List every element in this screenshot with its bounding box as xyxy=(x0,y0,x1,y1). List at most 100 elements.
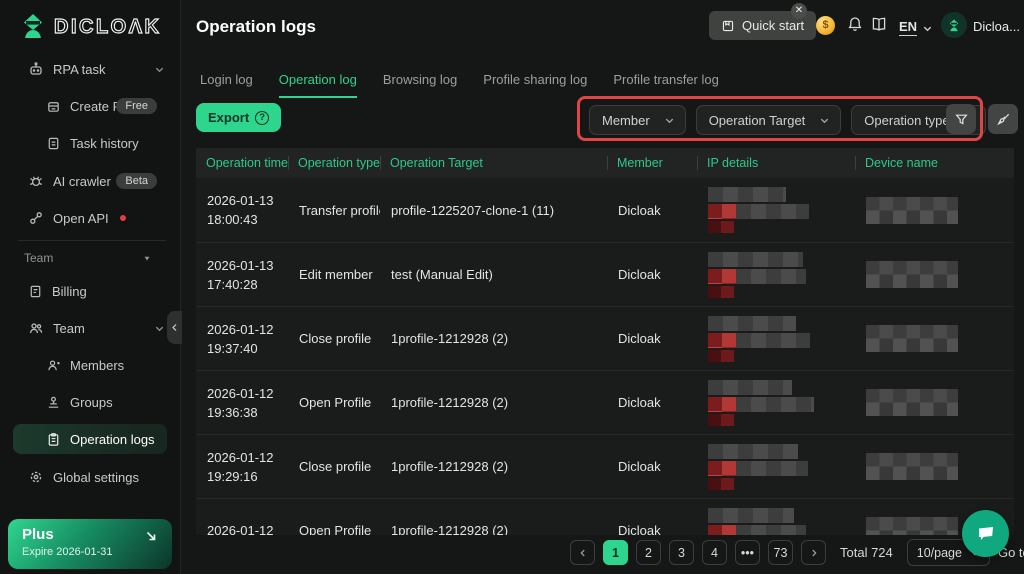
column-header-operation-type: Operation type xyxy=(288,156,380,170)
sidebar-item-open-api[interactable]: Open API xyxy=(0,205,181,231)
page-buttons: 1 2 3 4 ••• 73 xyxy=(603,540,793,565)
sidebar-item-groups[interactable]: Groups xyxy=(0,389,181,415)
filter-dropdown-member[interactable]: Member xyxy=(589,105,686,135)
cell-ip-details-redacted xyxy=(697,187,855,233)
sidebar-item-ai-crawler[interactable]: AI crawler Beta xyxy=(0,168,181,194)
sidebar-item-operation-logs[interactable]: Operation logs xyxy=(13,424,167,454)
export-button[interactable]: Export ? xyxy=(196,103,282,132)
language-selector[interactable]: EN xyxy=(899,19,918,36)
total-count: Total 724 xyxy=(840,545,893,560)
sidebar-item-global-settings[interactable]: Global settings xyxy=(0,464,181,490)
notification-dot xyxy=(119,215,126,221)
cell-device-name-redacted xyxy=(855,453,1014,480)
page-ellipsis[interactable]: ••• xyxy=(735,540,760,565)
cell-member: Dicloak xyxy=(618,267,661,282)
next-page-button[interactable] xyxy=(801,540,826,565)
table-row[interactable]: 2026-01-12 19:37:40 Close profile 1profile-… xyxy=(196,306,1014,370)
operation-log-table: Operation time Operation type Operation Ta… xyxy=(196,148,1014,535)
cell-member: Dicloak xyxy=(618,459,661,474)
team-icon xyxy=(29,323,43,334)
coin-icon[interactable]: $ xyxy=(816,16,835,35)
beta-badge: Beta xyxy=(116,173,157,189)
page-button-4[interactable]: 4 xyxy=(702,540,727,565)
docs-book-icon[interactable] xyxy=(870,15,888,36)
tab-login-log[interactable]: Login log xyxy=(200,72,253,98)
table-row[interactable]: 2026-01-13 17:40:28 Edit member test (Manua… xyxy=(196,242,1014,306)
tab-profile-transfer-log[interactable]: Profile transfer log xyxy=(613,72,719,98)
bell-icon[interactable] xyxy=(846,15,864,36)
plan-name: Plus xyxy=(22,526,54,543)
brand-logo[interactable]: DICLOΛK xyxy=(20,13,162,42)
cell-operation-type: Open Profile xyxy=(299,395,372,410)
page-button-2[interactable]: 2 xyxy=(636,540,661,565)
cell-device-name-redacted xyxy=(855,389,1014,416)
chevron-down-icon xyxy=(821,118,829,123)
sidebar-item-rpa-task[interactable]: RPA task xyxy=(0,56,181,82)
page-button-1[interactable]: 1 xyxy=(603,540,628,565)
tabs: Login log Operation log Browsing log Profil… xyxy=(200,72,719,98)
open-api-icon xyxy=(30,212,42,224)
cell-member: Dicloak xyxy=(618,523,661,535)
page-button-3[interactable]: 3 xyxy=(669,540,694,565)
table-row[interactable]: 2026-01-12 19:36:38 Open Profile 1profile-1… xyxy=(196,370,1014,434)
cell-ip-details-redacted xyxy=(697,443,855,490)
pagination: 1234•••73 Total 724 10/page Go to xyxy=(570,539,1024,566)
cell-operation-time: 2026-01-13 17:40:28 xyxy=(207,257,274,292)
guide-book-icon xyxy=(722,20,734,31)
clear-filters-button[interactable] xyxy=(988,104,1018,134)
filter-dropdown-operation-target[interactable]: Operation Target xyxy=(695,105,842,135)
chevron-down-icon[interactable] xyxy=(922,22,933,37)
create-rpa-icon xyxy=(48,101,59,112)
page-button-73[interactable]: 73 xyxy=(768,540,793,565)
sidebar-item-task-history[interactable]: Task history xyxy=(0,130,181,156)
avatar[interactable] xyxy=(941,12,967,38)
brand-wordmark: DICLOΛK xyxy=(53,15,162,38)
column-header-operation-target: Operation Target xyxy=(380,156,607,170)
triangle-down-icon xyxy=(144,256,150,261)
prev-page-button[interactable] xyxy=(570,540,595,565)
close-icon[interactable]: ✕ xyxy=(791,3,807,19)
cell-ip-details-redacted xyxy=(697,315,855,362)
cell-operation-type: Edit member xyxy=(299,267,373,282)
table-row[interactable]: 2026-01-13 18:00:43 Transfer profile profil… xyxy=(196,178,1014,242)
plan-expiry: Expire 2026-01-31 xyxy=(22,546,113,558)
cell-operation-target: test (Manual Edit) xyxy=(391,267,493,282)
arrow-icon xyxy=(144,529,158,546)
chat-support-button[interactable] xyxy=(962,510,1009,557)
help-icon: ? xyxy=(255,110,270,125)
column-header-member: Member xyxy=(607,156,697,170)
sidebar: DICLOΛK RPA task Create RPA Free Task hi… xyxy=(0,0,181,574)
table-row[interactable]: 2026-01-12 Open Profile 1profile-1212928 (… xyxy=(196,498,1014,535)
filter-funnel-button[interactable] xyxy=(946,104,976,134)
chevron-right-icon xyxy=(811,549,817,556)
table-row[interactable]: 2026-01-12 19:29:16 Close profile 1profile-… xyxy=(196,434,1014,498)
cell-operation-type: Close profile xyxy=(299,331,372,346)
tab-operation-log[interactable]: Operation log xyxy=(278,72,357,98)
cell-operation-time: 2026-01-13 18:00:43 xyxy=(207,193,274,227)
cell-operation-type: Close profile xyxy=(299,459,372,474)
plan-card[interactable]: Plus Expire 2026-01-31 xyxy=(8,519,172,569)
cell-device-name-redacted xyxy=(855,261,1014,288)
broom-icon xyxy=(996,113,1009,125)
sidebar-item-team[interactable]: Team xyxy=(0,315,181,341)
table-body: 2026-01-13 18:00:43 Transfer profile profil… xyxy=(196,178,1014,535)
username: Dicloa... xyxy=(973,19,1020,34)
sidebar-item-create-rpa[interactable]: Create RPA Free xyxy=(0,93,181,119)
chevron-left-icon xyxy=(579,549,585,556)
sidebar-divider xyxy=(18,240,166,241)
cell-operation-time: 2026-01-12 xyxy=(207,523,274,535)
sidebar-collapse-handle[interactable] xyxy=(167,311,182,344)
cell-operation-target: 1profile-1212928 (2) xyxy=(391,523,509,535)
sidebar-item-members[interactable]: Members xyxy=(0,352,181,378)
sidebar-section-team[interactable]: Team xyxy=(24,251,164,265)
tab-browsing-log[interactable]: Browsing log xyxy=(383,72,457,98)
table-header: Operation time Operation type Operation Ta… xyxy=(196,148,1014,178)
cell-operation-time: 2026-01-12 19:29:16 xyxy=(207,449,274,484)
chevron-down-icon xyxy=(155,67,164,72)
tab-profile-sharing-log[interactable]: Profile sharing log xyxy=(483,72,587,98)
sidebar-item-billing[interactable]: Billing xyxy=(0,278,181,304)
task-history-icon xyxy=(48,137,59,149)
dicloak-logo-icon xyxy=(20,13,46,42)
cell-member: Dicloak xyxy=(618,331,661,346)
app-window: DICLOΛK RPA task Create RPA Free Task hi… xyxy=(0,0,1024,574)
